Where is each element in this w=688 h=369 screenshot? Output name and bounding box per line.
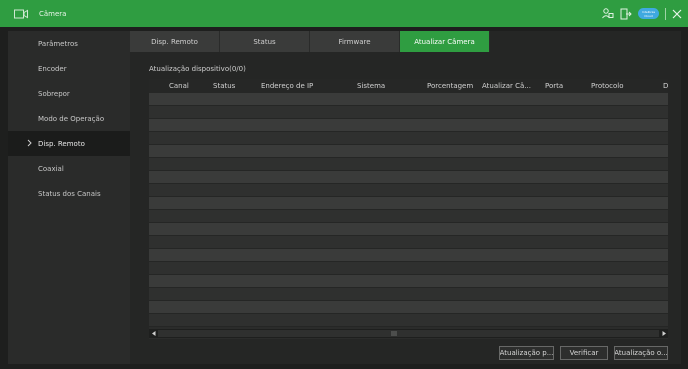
sidebar-item-label: Disp. Remoto <box>38 139 85 148</box>
user-icon[interactable] <box>602 8 614 19</box>
column-header-canal[interactable]: Canal <box>169 82 189 90</box>
tab-atualizar-camera[interactable]: Atualizar Câmera <box>400 31 490 52</box>
column-header-atualizar-camera[interactable]: Atualizar Câ... <box>482 82 531 90</box>
tab-disp-remoto[interactable]: Disp. Remoto <box>130 31 220 52</box>
cloud-badge-icon[interactable]: Intelbras Cloud <box>638 8 659 19</box>
table-row <box>149 119 668 132</box>
verify-button[interactable]: Verificar <box>560 346 608 360</box>
chevron-right-icon <box>27 139 32 149</box>
sidebar-item-label: Encoder <box>38 64 67 73</box>
tab-status[interactable]: Status <box>220 31 310 52</box>
horizontal-scrollbar[interactable] <box>149 329 668 338</box>
camera-icon <box>14 9 28 19</box>
scroll-right-icon[interactable] <box>659 329 668 338</box>
table-row <box>149 93 668 106</box>
sidebar-item-status-dos-canais[interactable]: Status dos Canais <box>8 181 130 206</box>
sidebar-item-parametros[interactable]: Parâmetros <box>8 31 130 56</box>
scrollbar-track[interactable] <box>158 330 659 337</box>
column-header-protocolo[interactable]: Protocolo <box>591 82 624 90</box>
title-controls: Intelbras Cloud <box>602 0 682 27</box>
sidebar-item-disp-remoto[interactable]: Disp. Remoto <box>8 131 130 156</box>
tab-firmware[interactable]: Firmware <box>310 31 400 52</box>
table-row <box>149 249 668 262</box>
update-online-button[interactable]: Atualização o... <box>614 346 668 360</box>
table-row <box>149 314 668 327</box>
sidebar-item-coaxial[interactable]: Coaxial <box>8 156 130 181</box>
table-header: Canal Status Endereço de IP Sistema Porc… <box>149 79 668 93</box>
table-row <box>149 158 668 171</box>
column-header-status[interactable]: Status <box>213 82 235 90</box>
window-title: Câmera <box>39 9 67 18</box>
table-body <box>149 93 668 327</box>
table-row <box>149 197 668 210</box>
logout-icon[interactable] <box>620 8 632 20</box>
column-header-sistema[interactable]: Sistema <box>357 82 385 90</box>
table-row <box>149 145 668 158</box>
sidebar-item-encoder[interactable]: Encoder <box>8 56 130 81</box>
device-update-table: Canal Status Endereço de IP Sistema Porc… <box>149 79 668 339</box>
title-divider <box>665 7 666 20</box>
sidebar: Parâmetros Encoder Sobrepor Modo de Oper… <box>8 31 130 364</box>
table-row <box>149 301 668 314</box>
table-row <box>149 210 668 223</box>
tab-bar: Disp. Remoto Status Firmware Atualizar C… <box>130 31 490 52</box>
table-row <box>149 106 668 119</box>
table-row <box>149 288 668 301</box>
sidebar-item-label: Status dos Canais <box>38 189 101 198</box>
sidebar-item-label: Parâmetros <box>38 39 78 48</box>
scroll-left-icon[interactable] <box>149 329 158 338</box>
close-icon[interactable] <box>672 9 682 19</box>
table-row <box>149 262 668 275</box>
sidebar-item-label: Sobrepor <box>38 89 70 98</box>
column-header-porta[interactable]: Porta <box>545 82 563 90</box>
column-header-d[interactable]: D <box>663 82 668 90</box>
table-row <box>149 236 668 249</box>
sidebar-item-label: Modo de Operação <box>38 114 105 123</box>
sidebar-item-sobrepor[interactable]: Sobrepor <box>8 81 130 106</box>
table-row <box>149 275 668 288</box>
sidebar-item-label: Coaxial <box>38 164 64 173</box>
title-bar: Câmera Intelbras Cloud <box>0 0 688 27</box>
section-title: Atualização dispositivo(0/0) <box>149 65 246 73</box>
table-row <box>149 171 668 184</box>
sidebar-item-modo-de-operacao[interactable]: Modo de Operação <box>8 106 130 131</box>
column-header-ip[interactable]: Endereço de IP <box>261 82 313 90</box>
table-row <box>149 184 668 197</box>
main-content: Disp. Remoto Status Firmware Atualizar C… <box>130 31 681 364</box>
column-header-porcentagem[interactable]: Porcentagem <box>427 82 473 90</box>
table-row <box>149 223 668 236</box>
update-partial-button[interactable]: Atualização p... <box>499 346 554 360</box>
table-row <box>149 132 668 145</box>
scrollbar-grip-icon[interactable] <box>390 331 398 336</box>
